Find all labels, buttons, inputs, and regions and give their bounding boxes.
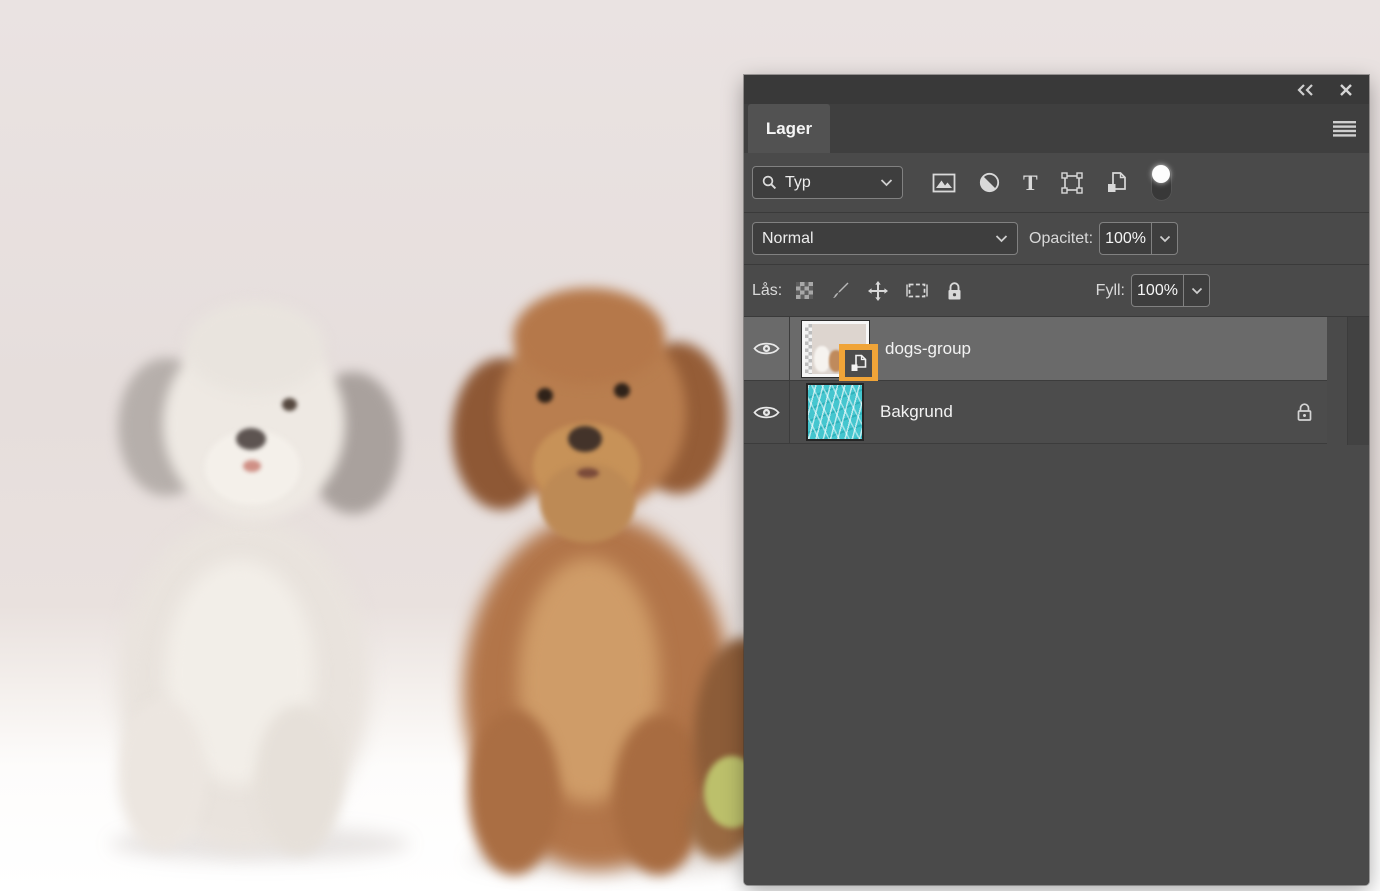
smart-object-badge[interactable] [845,349,872,377]
chevron-down-icon [995,234,1008,243]
layer-filtering-toggle[interactable] [1150,164,1172,201]
panel-menu-icon[interactable] [1333,121,1356,137]
tab-layers-label: Lager [765,118,813,138]
layer-row-bakgrund[interactable]: Bakgrund [744,381,1327,444]
filter-type-value: Typ [785,173,811,191]
smart-object-badge-icon [851,354,867,371]
blend-mode-row: Normal Opacitet: 100% [744,213,1369,265]
layer-thumbnail-bakgrund[interactable] [806,383,864,441]
filter-icon-group: T [932,171,1127,194]
chevron-down-icon [880,178,893,187]
close-icon[interactable] [1339,83,1353,97]
shape-layers-filter-icon[interactable] [1060,171,1083,194]
layer-name[interactable]: Bakgrund [880,402,953,422]
lock-image-pixels-icon[interactable] [831,281,850,300]
opacity-label: Opacitet: [1029,229,1094,247]
layer-lock-icon [1296,402,1313,422]
filter-type-dropdown[interactable]: Typ [752,166,903,199]
visibility-toggle[interactable] [744,317,790,380]
type-layers-filter-icon[interactable]: T [1023,171,1038,193]
opacity-dropdown-button[interactable] [1151,223,1177,254]
adjustment-layers-filter-icon[interactable] [979,172,1000,193]
smart-objects-filter-icon[interactable] [1106,171,1127,194]
tab-layers[interactable]: Lager [748,104,830,153]
lock-row: Lås: Fyll: 100% [744,265,1369,317]
lock-transparent-pixels-icon[interactable] [796,282,814,299]
lock-artboard-nesting-icon[interactable] [906,281,928,300]
layers-panel: Lager Typ T Normal Opacitet: 100% Lås: F… [744,75,1369,885]
fill-input[interactable]: 100% [1131,274,1210,307]
lock-icon-group [796,280,963,301]
layer-row-dogs-group[interactable]: dogs-group [744,317,1327,381]
layer-thumbnail-dogs-group[interactable] [801,319,872,378]
panel-header-bar [744,75,1369,104]
lock-position-icon[interactable] [868,280,889,301]
fill-label: Fyll: [1095,281,1125,299]
visibility-toggle[interactable] [744,381,790,443]
screenshot-root: { "colors": { "highlight_orange": "#F0A4… [0,0,1380,891]
blend-mode-dropdown[interactable]: Normal [752,222,1018,255]
lock-all-icon[interactable] [946,281,963,301]
layer-name[interactable]: dogs-group [885,339,971,359]
opacity-input[interactable]: 100% [1099,222,1179,255]
eye-icon [753,406,780,418]
eye-icon [753,342,780,355]
layers-scrollbar-gutter[interactable] [1347,317,1369,445]
fill-value: 100% [1137,281,1178,299]
layers-list: dogs-group Bakgrund [744,317,1369,885]
blend-mode-value: Normal [762,229,814,247]
panel-tab-bar: Lager [744,104,1369,153]
filter-row: Typ T [744,153,1369,213]
pixel-layers-filter-icon[interactable] [932,173,956,193]
lock-label: Lås: [752,281,783,299]
opacity-value: 100% [1105,229,1146,247]
search-icon [762,175,777,190]
transparency-checker [805,323,812,374]
collapse-panel-icon[interactable] [1296,83,1315,97]
toggle-knob [1152,165,1171,183]
fill-dropdown-button[interactable] [1183,275,1209,306]
